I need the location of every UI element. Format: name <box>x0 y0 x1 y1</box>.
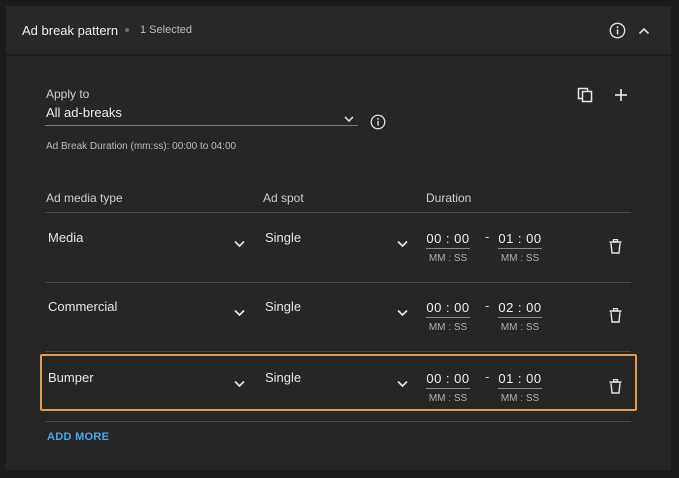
table-row: Commercial Single 00 : 00 MM : SS - 02 :… <box>45 285 631 347</box>
table-row-selected: Bumper Single 00 : 00 MM : SS - 01 : 00 … <box>40 354 637 411</box>
end-time-input[interactable]: 02 : 00 MM : SS <box>498 300 542 333</box>
media-type-select[interactable]: Media <box>48 230 83 245</box>
panel-body: Apply to All ad-breaks Ad Break Duration… <box>6 58 671 470</box>
time-unit-label: MM : SS <box>428 322 468 333</box>
ad-spot-select[interactable]: Single <box>265 370 301 385</box>
divider <box>45 282 631 283</box>
chevron-down-icon[interactable] <box>397 235 408 253</box>
media-type-select[interactable]: Commercial <box>48 299 117 314</box>
column-header-ad-spot: Ad spot <box>263 191 304 205</box>
column-header-duration: Duration <box>426 191 472 205</box>
add-more-button[interactable]: ADD MORE <box>47 431 109 443</box>
column-header-media-type: Ad media type <box>46 191 123 205</box>
table-row: Media Single 00 : 00 MM : SS - 01 : 00 M… <box>45 216 631 278</box>
panel-header[interactable]: Ad break pattern 1 Selected <box>6 6 671 56</box>
trash-icon[interactable] <box>609 378 622 399</box>
divider <box>45 351 631 352</box>
time-unit-label: MM : SS <box>500 322 540 333</box>
plus-icon[interactable] <box>614 88 628 107</box>
end-time-value: 02 : 00 <box>498 300 542 318</box>
range-dash: - <box>485 298 490 313</box>
chevron-down-icon <box>344 110 354 128</box>
range-dash: - <box>485 369 490 384</box>
time-unit-label: MM : SS <box>500 393 540 404</box>
apply-to-value: All ad-breaks <box>46 105 122 120</box>
apply-to-select[interactable]: All ad-breaks <box>45 104 358 126</box>
chevron-down-icon[interactable] <box>397 375 408 393</box>
time-unit-label: MM : SS <box>428 253 468 264</box>
apply-to-label: Apply to <box>46 87 90 101</box>
media-type-select[interactable]: Bumper <box>48 370 94 385</box>
divider <box>45 212 631 213</box>
start-time-input[interactable]: 00 : 00 MM : SS <box>426 231 470 264</box>
end-time-input[interactable]: 01 : 00 MM : SS <box>498 231 542 264</box>
end-time-value: 01 : 00 <box>498 231 542 249</box>
chevron-down-icon[interactable] <box>234 304 245 322</box>
separator-dot <box>125 28 129 32</box>
start-time-input[interactable]: 00 : 00 MM : SS <box>426 300 470 333</box>
time-unit-label: MM : SS <box>500 253 540 264</box>
chevron-down-icon[interactable] <box>234 375 245 393</box>
start-time-value: 00 : 00 <box>426 300 470 318</box>
trash-icon[interactable] <box>609 238 622 259</box>
time-unit-label: MM : SS <box>428 393 468 404</box>
start-time-input[interactable]: 00 : 00 MM : SS <box>426 371 470 404</box>
start-time-value: 00 : 00 <box>426 231 470 249</box>
chevron-up-icon[interactable] <box>637 24 651 43</box>
range-dash: - <box>485 229 490 244</box>
end-time-value: 01 : 00 <box>498 371 542 389</box>
chevron-down-icon[interactable] <box>234 235 245 253</box>
info-icon[interactable] <box>609 22 626 44</box>
trash-icon[interactable] <box>609 307 622 328</box>
selected-count: 1 Selected <box>140 24 192 36</box>
chevron-down-icon[interactable] <box>397 304 408 322</box>
panel-title: Ad break pattern <box>22 23 119 38</box>
ad-spot-select[interactable]: Single <box>265 299 301 314</box>
start-time-value: 00 : 00 <box>426 371 470 389</box>
copy-icon[interactable] <box>577 87 593 108</box>
info-icon[interactable] <box>370 114 386 135</box>
divider <box>45 421 631 422</box>
ad-break-pattern-panel: Ad break pattern 1 Selected Apply to All… <box>6 6 671 470</box>
end-time-input[interactable]: 01 : 00 MM : SS <box>498 371 542 404</box>
duration-range-hint: Ad Break Duration (mm:ss): 00:00 to 04:0… <box>46 141 237 152</box>
ad-spot-select[interactable]: Single <box>265 230 301 245</box>
